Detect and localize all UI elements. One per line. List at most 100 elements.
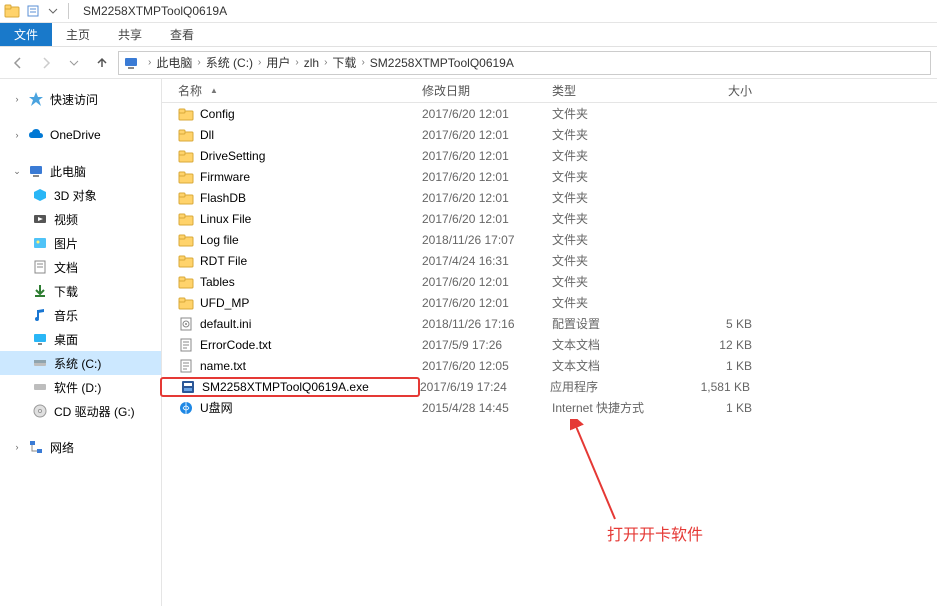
chevron-right-icon[interactable]: › — [197, 57, 200, 68]
drive-icon — [32, 379, 48, 395]
sidebar-music[interactable]: 音乐 — [0, 303, 161, 327]
chevron-right-icon[interactable]: › — [148, 57, 151, 68]
sidebar-drive-d[interactable]: 软件 (D:) — [0, 375, 161, 399]
file-list-pane: 名称▲ 修改日期 类型 大小 Config2017/6/20 12:01文件夹D… — [162, 79, 937, 606]
nav-forward-button[interactable] — [34, 51, 58, 75]
file-row[interactable]: U盘网2015/4/28 14:45Internet 快捷方式1 KB — [162, 397, 937, 418]
file-row[interactable]: Dll2017/6/20 12:01文件夹 — [162, 124, 937, 145]
column-header-name[interactable]: 名称▲ — [162, 82, 422, 99]
file-row[interactable]: Tables2017/6/20 12:01文件夹 — [162, 271, 937, 292]
file-type: 文件夹 — [552, 273, 672, 290]
music-icon — [32, 307, 48, 323]
file-row[interactable]: UFD_MP2017/6/20 12:01文件夹 — [162, 292, 937, 313]
breadcrumb-item[interactable]: 此电脑 — [156, 54, 192, 71]
chevron-right-icon[interactable]: › — [258, 57, 261, 68]
expand-icon[interactable]: › — [12, 130, 22, 140]
breadcrumb-item[interactable]: 下载 — [332, 54, 356, 71]
expand-icon[interactable]: › — [12, 94, 22, 104]
sidebar-cd-drive[interactable]: CD 驱动器 (G:) — [0, 399, 161, 423]
column-headers: 名称▲ 修改日期 类型 大小 — [162, 79, 937, 103]
folder-icon — [178, 106, 194, 122]
file-row[interactable]: RDT File2017/4/24 16:31文件夹 — [162, 250, 937, 271]
breadcrumb-item[interactable]: 系统 (C:) — [206, 54, 253, 71]
sidebar-label: 网络 — [50, 439, 74, 456]
window-title: SM2258XTMPToolQ0619A — [83, 4, 227, 18]
nav-back-button[interactable] — [6, 51, 30, 75]
ribbon-tab-share[interactable]: 共享 — [104, 23, 156, 46]
pc-icon — [28, 163, 44, 179]
column-header-date[interactable]: 修改日期 — [422, 82, 552, 99]
file-row[interactable]: FlashDB 2017/6/20 12:01文件夹 — [162, 187, 937, 208]
ribbon-tab-view[interactable]: 查看 — [156, 23, 208, 46]
file-name: Dll — [200, 128, 214, 142]
txt-icon — [178, 358, 194, 374]
column-header-size[interactable]: 大小 — [672, 82, 772, 99]
sidebar-label: CD 驱动器 (G:) — [54, 403, 135, 420]
file-name: Config — [200, 107, 235, 121]
breadcrumb-item[interactable]: 用户 — [266, 54, 290, 71]
file-name: default.ini — [200, 317, 251, 331]
sidebar-onedrive[interactable]: › OneDrive — [0, 123, 161, 147]
file-row[interactable]: Linux File2017/6/20 12:01文件夹 — [162, 208, 937, 229]
separator — [68, 3, 69, 19]
breadcrumb-item[interactable]: SM2258XTMPToolQ0619A — [370, 56, 514, 70]
file-date: 2017/6/19 17:24 — [420, 380, 550, 394]
file-row[interactable]: Firmware2017/6/20 12:01文件夹 — [162, 166, 937, 187]
download-icon — [32, 283, 48, 299]
chevron-right-icon[interactable]: › — [361, 57, 364, 68]
column-header-type[interactable]: 类型 — [552, 82, 672, 99]
qat-properties-icon[interactable] — [24, 2, 42, 20]
sidebar-videos[interactable]: 视频 — [0, 207, 161, 231]
address-bar[interactable]: › 此电脑 › 系统 (C:) › 用户 › zlh › 下载 › SM2258… — [118, 51, 931, 75]
file-type: 文本文档 — [552, 357, 672, 374]
sidebar-documents[interactable]: 文档 — [0, 255, 161, 279]
qat-dropdown-icon[interactable] — [44, 2, 62, 20]
sidebar-downloads[interactable]: 下载 — [0, 279, 161, 303]
sidebar-pictures[interactable]: 图片 — [0, 231, 161, 255]
file-row[interactable]: ErrorCode.txt2017/5/9 17:26文本文档12 KB — [162, 334, 937, 355]
disc-icon — [32, 403, 48, 419]
file-name: FlashDB — [200, 191, 246, 205]
file-row[interactable]: DriveSetting2017/6/20 12:01文件夹 — [162, 145, 937, 166]
file-row[interactable]: Config2017/6/20 12:01文件夹 — [162, 103, 937, 124]
folder-icon — [178, 253, 194, 269]
file-name: DriveSetting — [200, 149, 265, 163]
cloud-icon — [28, 127, 44, 143]
breadcrumb-item[interactable]: zlh — [304, 56, 319, 70]
file-size: 12 KB — [672, 338, 772, 352]
chevron-right-icon[interactable]: › — [295, 57, 298, 68]
pc-icon — [123, 55, 139, 71]
sidebar-drive-c[interactable]: 系统 (C:) — [0, 351, 161, 375]
file-row[interactable]: Log file2018/11/26 17:07文件夹 — [162, 229, 937, 250]
file-type: 文件夹 — [552, 252, 672, 269]
file-date: 2017/6/20 12:01 — [422, 128, 552, 142]
navigation-bar: › 此电脑 › 系统 (C:) › 用户 › zlh › 下载 › SM2258… — [0, 47, 937, 79]
file-type: 文件夹 — [552, 189, 672, 206]
file-row[interactable]: name.txt2017/6/20 12:05文本文档1 KB — [162, 355, 937, 376]
folder-icon — [178, 274, 194, 290]
ribbon-file-tab[interactable]: 文件 — [0, 23, 52, 46]
sidebar-desktop[interactable]: 桌面 — [0, 327, 161, 351]
sidebar-3d-objects[interactable]: 3D 对象 — [0, 183, 161, 207]
sidebar-quick-access[interactable]: › 快速访问 — [0, 87, 161, 111]
expand-icon[interactable]: › — [12, 442, 22, 452]
nav-recent-dropdown[interactable] — [62, 51, 86, 75]
sidebar-label: 音乐 — [54, 307, 78, 324]
sidebar-network[interactable]: › 网络 — [0, 435, 161, 459]
nav-up-button[interactable] — [90, 51, 114, 75]
file-type: 文件夹 — [552, 147, 672, 164]
chevron-right-icon[interactable]: › — [324, 57, 327, 68]
folder-icon — [178, 190, 194, 206]
file-date: 2017/6/20 12:01 — [422, 191, 552, 205]
exe-icon — [180, 379, 196, 395]
file-name: Firmware — [200, 170, 250, 184]
ribbon-tab-home[interactable]: 主页 — [52, 23, 104, 46]
file-row[interactable]: SM2258XTMPToolQ0619A.exe2017/6/19 17:24应… — [162, 376, 937, 397]
sidebar-label: 快速访问 — [50, 91, 98, 108]
file-row[interactable]: default.ini2018/11/26 17:16配置设置5 KB — [162, 313, 937, 334]
sidebar-this-pc[interactable]: ⌄ 此电脑 — [0, 159, 161, 183]
folder-icon — [178, 169, 194, 185]
collapse-icon[interactable]: ⌄ — [12, 166, 22, 177]
txt-icon — [178, 337, 194, 353]
navigation-pane: › 快速访问 › OneDrive ⌄ 此电脑 3D 对象 视频 图片 文档 下… — [0, 79, 162, 606]
